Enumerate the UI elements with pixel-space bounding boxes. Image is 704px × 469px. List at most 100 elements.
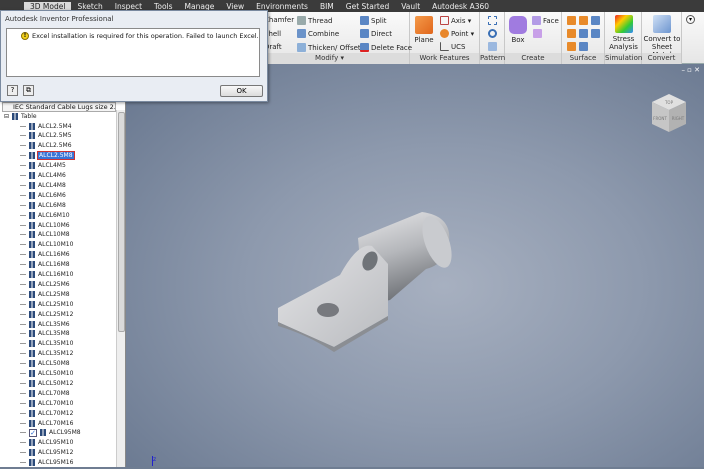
tree-connector (20, 373, 26, 374)
ucs-button[interactable]: UCS (440, 42, 465, 51)
viewcube-top[interactable]: TOP (664, 100, 674, 105)
tree-item[interactable]: ALCL25M6 (20, 279, 70, 289)
member-icon (29, 290, 35, 298)
tree-item[interactable]: ALCL50M10 (20, 369, 73, 379)
thicken-offset-button[interactable]: Thicken/ Offset (297, 43, 361, 52)
copy-button[interactable]: ⧉ (23, 85, 34, 96)
tree-item[interactable]: ALCL6M10 (20, 210, 70, 220)
member-icon (29, 280, 35, 288)
surface-tool-icon[interactable] (579, 29, 588, 38)
tree-item[interactable]: ALCL10M10 (20, 240, 73, 250)
tree-item[interactable]: ALCL2.5M8 (20, 151, 75, 161)
view-cube[interactable]: TOP FRONT RIGHT (652, 94, 686, 132)
combine-button[interactable]: Combine (297, 29, 339, 38)
tree-item[interactable]: ALCL70M10 (20, 398, 73, 408)
face-button[interactable]: Face (532, 16, 559, 25)
tree-item[interactable]: ALCL10M8 (20, 230, 70, 240)
tree-item[interactable]: ALCL4M6 (20, 171, 66, 181)
thread-button[interactable]: Thread (297, 16, 332, 25)
member-icon (29, 132, 35, 140)
tab-get-started[interactable]: Get Started (340, 2, 395, 11)
tree-item-label: ALCL70M16 (38, 419, 74, 427)
axis-button[interactable]: Axis ▾ (440, 16, 471, 25)
help-button[interactable]: ? (7, 85, 18, 96)
tree-connector (20, 363, 26, 365)
thicken-icon (297, 43, 306, 52)
tree-item[interactable]: ALCL16M10 (20, 270, 73, 280)
plane-button[interactable]: Plane (413, 16, 435, 44)
tree-item[interactable]: ALCL50M12 (20, 378, 73, 388)
tree-item[interactable]: ALCL25M12 (20, 309, 73, 319)
tree-item[interactable]: ALCL16M6 (20, 250, 70, 260)
viewport-window-controls[interactable]: – ▫ ✕ (681, 66, 700, 74)
tree-item[interactable]: ALCL25M10 (20, 299, 73, 309)
surface-tool-icon[interactable] (567, 29, 576, 38)
tree-item[interactable]: ALCL95M12 (20, 448, 73, 458)
browser-scrollbar[interactable] (116, 110, 125, 467)
tree-item-label: ALCL16M6 (38, 251, 70, 259)
viewcube-front[interactable]: FRONT (653, 116, 667, 121)
member-icon (29, 330, 35, 338)
tree-item[interactable]: ALCL2.5M4 (20, 121, 72, 131)
tree-item[interactable]: ALCL35M10 (20, 339, 73, 349)
tree-connector (20, 204, 26, 206)
surface-tool-icon[interactable] (591, 29, 600, 38)
surface-tool-icon[interactable] (567, 16, 576, 25)
tab-vault[interactable]: Vault (395, 2, 426, 11)
collapse-icon[interactable]: ⊟ (4, 113, 9, 120)
tree-item[interactable]: ALCL2.5M6 (20, 141, 72, 151)
tree-item[interactable]: ALCL35M8 (20, 329, 70, 339)
tree-item-label: ALCL35M10 (38, 340, 74, 348)
tab-bim[interactable]: BIM (314, 2, 340, 11)
tree-item[interactable]: ALCL35M6 (20, 319, 70, 329)
ok-button[interactable]: OK (220, 85, 263, 97)
tree-item[interactable]: ALCL95M10 (20, 438, 73, 448)
tree-item[interactable]: ALCL70M12 (20, 408, 73, 418)
tree-connector (20, 274, 26, 275)
surface-tool-icon[interactable] (579, 42, 588, 51)
viewcube-right[interactable]: RIGHT (672, 116, 685, 121)
tree-item[interactable]: ALCL6M6 (20, 190, 66, 200)
point-button[interactable]: Point ▾ (440, 29, 474, 38)
stress-analysis-button[interactable]: Stress Analysis (607, 15, 640, 51)
ribbon-options-button[interactable]: ▾ (686, 15, 695, 24)
panel-label-modify[interactable]: Modify ▾ (250, 53, 409, 64)
tree-item[interactable]: ALCL70M16 (20, 418, 73, 428)
tree-item[interactable]: ALCL95M16 (20, 458, 73, 468)
tree-item[interactable]: ALCL4M5 (20, 161, 66, 171)
thread-icon (297, 16, 306, 25)
mirror-icon[interactable] (488, 42, 497, 51)
surface-tool-icon[interactable] (567, 42, 576, 51)
dialog-message-box: ! Excel installation is required for this… (6, 28, 260, 77)
box-button[interactable]: Box (507, 16, 529, 44)
tree-item[interactable]: ALCL70M8 (20, 388, 70, 398)
tree-connector (20, 214, 26, 216)
tree-item-label: ALCL50M10 (38, 370, 74, 377)
surface-tool-icon[interactable] (579, 16, 588, 25)
tree-item[interactable]: ALCL10M6 (20, 220, 70, 230)
circular-pattern-icon[interactable] (488, 29, 497, 38)
tree-item[interactable]: ALCL50M8 (20, 359, 70, 369)
tab-autodesk-a360[interactable]: Autodesk A360 (426, 2, 495, 11)
convert-freeform-icon[interactable] (533, 29, 542, 38)
surface-tool-icon[interactable] (591, 16, 600, 25)
graphics-viewport[interactable]: TOP FRONT RIGHT – ▫ ✕ z (126, 64, 704, 467)
tree-item[interactable]: ALCL25M8 (20, 289, 70, 299)
member-icon (29, 191, 35, 199)
tree-item-label: ALCL16M10 (38, 271, 74, 278)
delete-face-button[interactable]: Delete Face (360, 43, 412, 52)
tree-item[interactable]: ALCL4M8 (20, 180, 66, 190)
tree-item-label: ALCL2.5M8 (37, 151, 75, 161)
tree-item[interactable]: ALCL6M8 (20, 200, 66, 210)
rectangular-pattern-icon[interactable] (488, 16, 497, 25)
tree-item[interactable]: ALCL16M8 (20, 260, 70, 270)
scrollbar-thumb[interactable] (118, 112, 125, 332)
tree-item[interactable]: ALCL2.5M5 (20, 131, 72, 141)
member-icon (29, 350, 35, 358)
tree-item[interactable]: ✓ ALCL95M8 (20, 428, 81, 438)
tree-node-table[interactable]: ⊟ Table (4, 111, 37, 121)
split-button[interactable]: Split (360, 16, 387, 25)
direct-button[interactable]: Direct (360, 29, 392, 38)
tree-item[interactable]: ALCL35M12 (20, 349, 73, 359)
chamfer-button[interactable]: Chamfer (264, 16, 294, 24)
